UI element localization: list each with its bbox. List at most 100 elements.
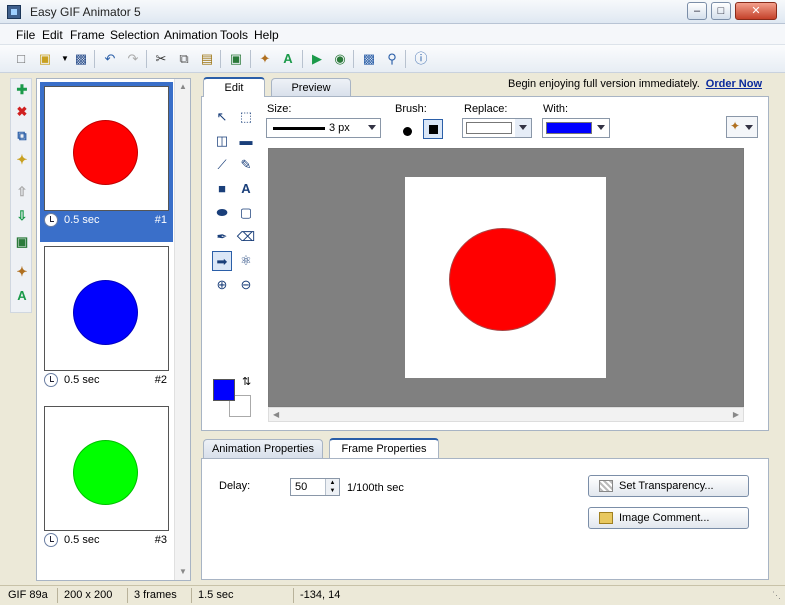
brush-square-icon[interactable] xyxy=(423,119,443,139)
status-bar: GIF 89a 200 x 200 3 frames 1.5 sec -134,… xyxy=(0,585,785,605)
rounded-rect-icon[interactable]: ▢ xyxy=(236,203,256,223)
line-icon[interactable]: ⟋ xyxy=(212,155,232,175)
tab-frame-properties[interactable]: Frame Properties xyxy=(329,438,439,458)
menu-frame[interactable]: Frame xyxy=(70,28,105,42)
scroll-down-icon[interactable]: ▼ xyxy=(179,568,187,576)
menu-help[interactable]: Help xyxy=(254,28,279,42)
main-toolbar: □ ▣ ▼ ▩ ↶ ↷ ✂ ⧉ ▤ ▣ ✦ A ▶ ◉ ▩ ⚲ ⓘ xyxy=(0,45,785,73)
spray-icon[interactable]: ⚛ xyxy=(236,251,256,271)
zoom-in-icon[interactable]: ⊕ xyxy=(212,275,232,295)
pointer-icon[interactable]: ↖ xyxy=(212,107,232,127)
frame-thumbnail xyxy=(44,246,169,371)
save-icon[interactable]: ▩ xyxy=(72,50,90,68)
zoom-view-icon[interactable]: ⚲ xyxy=(383,50,401,68)
menu-edit[interactable]: Edit xyxy=(42,28,63,42)
resize-grip-icon[interactable]: ⋱ xyxy=(772,590,781,601)
resize-frame-icon[interactable]: ▣ xyxy=(13,233,31,251)
canvas-hscrollbar[interactable]: ◀ ▶ xyxy=(268,407,744,422)
tab-edit[interactable]: Edit xyxy=(203,77,265,97)
promo-text: Begin enjoying full version immediately. xyxy=(507,78,700,90)
tab-animation-properties[interactable]: Animation Properties xyxy=(203,439,323,459)
minimize-button[interactable]: – xyxy=(687,2,707,20)
add-frame-icon[interactable]: ✚ xyxy=(13,81,31,99)
frame-item-1[interactable]: 0.5 sec #1 xyxy=(40,82,173,242)
spinner-arrows-icon[interactable]: ▲ ▼ xyxy=(325,479,339,495)
menu-file[interactable]: File xyxy=(16,28,35,42)
delete-frame-icon[interactable]: ✖ xyxy=(13,103,31,121)
promo-banner: Begin enjoying full version immediately.… xyxy=(508,78,762,90)
scroll-up-icon[interactable]: ▲ xyxy=(179,83,187,91)
effects-dropdown[interactable]: ✦ xyxy=(726,116,758,138)
eyedropper-icon[interactable]: ✒ xyxy=(212,227,232,247)
open-folder-icon[interactable]: ▣ xyxy=(36,50,54,68)
replace-dropdown-button[interactable] xyxy=(515,119,531,137)
export-icon[interactable]: ▩ xyxy=(360,50,378,68)
menu-tools[interactable]: Tools xyxy=(220,28,248,42)
eraser-icon[interactable]: ⌫ xyxy=(236,227,256,247)
brush-round-icon[interactable] xyxy=(399,123,417,141)
drawing-tools: ↖ ⬚ ◫ ▬ ⟋ ✎ ■ A ⬬ ▢ ✒ ⌫ ➡ ⚛ ⊕ ⊖ xyxy=(210,105,260,305)
resize-image-icon[interactable]: ▣ xyxy=(227,50,245,68)
new-frame-star-icon[interactable]: ✦ xyxy=(13,151,31,169)
duplicate-frame-icon[interactable]: ⧉ xyxy=(13,127,31,145)
fill-bucket-icon[interactable]: ◫ xyxy=(212,131,232,151)
frame-delay: 0.5 sec xyxy=(64,534,100,546)
pencil-icon[interactable]: ✎ xyxy=(236,155,256,175)
delay-label: Delay: xyxy=(219,480,251,492)
frame-image[interactable] xyxy=(405,177,606,378)
frame-number: #1 xyxy=(154,214,167,226)
tab-preview[interactable]: Preview xyxy=(271,78,351,98)
delay-spinner[interactable]: 50 ▲ ▼ xyxy=(290,478,340,496)
ellipse-icon[interactable]: ⬬ xyxy=(212,203,232,223)
magic-wand-icon[interactable]: ✦ xyxy=(256,50,274,68)
foreground-color[interactable] xyxy=(213,379,235,401)
app-window: Easy GIF Animator 5 – □ ✕ File Edit Fram… xyxy=(0,0,785,605)
frame-item-3[interactable]: 0.5 sec #3 xyxy=(40,402,173,562)
chevron-down-icon xyxy=(597,125,605,130)
scroll-left-icon[interactable]: ◀ xyxy=(273,410,279,419)
with-color-picker[interactable] xyxy=(542,118,610,138)
menu-animation[interactable]: Animation xyxy=(164,28,217,42)
gradient-icon[interactable]: ▬ xyxy=(236,131,256,151)
window-title: Easy GIF Animator 5 xyxy=(30,5,141,19)
swap-colors-icon[interactable]: ⇅ xyxy=(242,375,251,388)
text-tool-icon[interactable]: A xyxy=(279,50,297,68)
size-label: Size: xyxy=(267,103,292,115)
set-transparency-button[interactable]: Set Transparency... xyxy=(588,475,749,497)
menu-selection[interactable]: Selection xyxy=(110,28,159,42)
preview-browser-icon[interactable]: ◉ xyxy=(331,50,349,68)
rect-select-icon[interactable]: ⬚ xyxy=(236,107,256,127)
status-total-time: 1.5 sec xyxy=(194,588,294,603)
order-now-link[interactable]: Order Now xyxy=(706,78,762,90)
frame-delay: 0.5 sec xyxy=(64,214,100,226)
cut-icon[interactable]: ✂ xyxy=(152,50,170,68)
zoom-out-icon[interactable]: ⊖ xyxy=(236,275,256,295)
play-icon[interactable]: ▶ xyxy=(308,50,326,68)
frame-number: #2 xyxy=(154,374,167,386)
canvas-area[interactable] xyxy=(268,148,744,407)
replace-color-picker[interactable] xyxy=(462,118,532,138)
frame-list-scrollbar[interactable]: ▲ ▼ xyxy=(174,79,190,580)
copy-icon[interactable]: ⧉ xyxy=(175,50,193,68)
frame-disc xyxy=(73,440,138,505)
maximize-button[interactable]: □ xyxy=(711,2,731,20)
text-icon[interactable]: A xyxy=(236,179,256,199)
move-down-icon[interactable]: ⇩ xyxy=(13,207,31,225)
color-replace-icon[interactable]: ➡ xyxy=(212,251,232,271)
frame-delay: 0.5 sec xyxy=(64,374,100,386)
undo-icon[interactable]: ↶ xyxy=(101,50,119,68)
move-up-icon[interactable]: ⇧ xyxy=(13,183,31,201)
scroll-right-icon[interactable]: ▶ xyxy=(733,410,739,419)
close-button[interactable]: ✕ xyxy=(735,2,777,20)
frame-item-2[interactable]: 0.5 sec #2 xyxy=(40,242,173,402)
image-comment-button[interactable]: Image Comment... xyxy=(588,507,749,529)
redo-icon[interactable]: ↷ xyxy=(124,50,142,68)
size-dropdown[interactable]: 3 px xyxy=(266,118,381,138)
paste-icon[interactable]: ▤ xyxy=(198,50,216,68)
effects-wand-icon[interactable]: ✦ xyxy=(13,263,31,281)
rectangle-icon[interactable]: ■ xyxy=(212,179,232,199)
add-text-icon[interactable]: A xyxy=(13,287,31,305)
new-file-icon[interactable]: □ xyxy=(12,50,30,68)
image-effects-icon: ✦ xyxy=(730,119,741,133)
help-icon[interactable]: ⓘ xyxy=(412,50,430,68)
